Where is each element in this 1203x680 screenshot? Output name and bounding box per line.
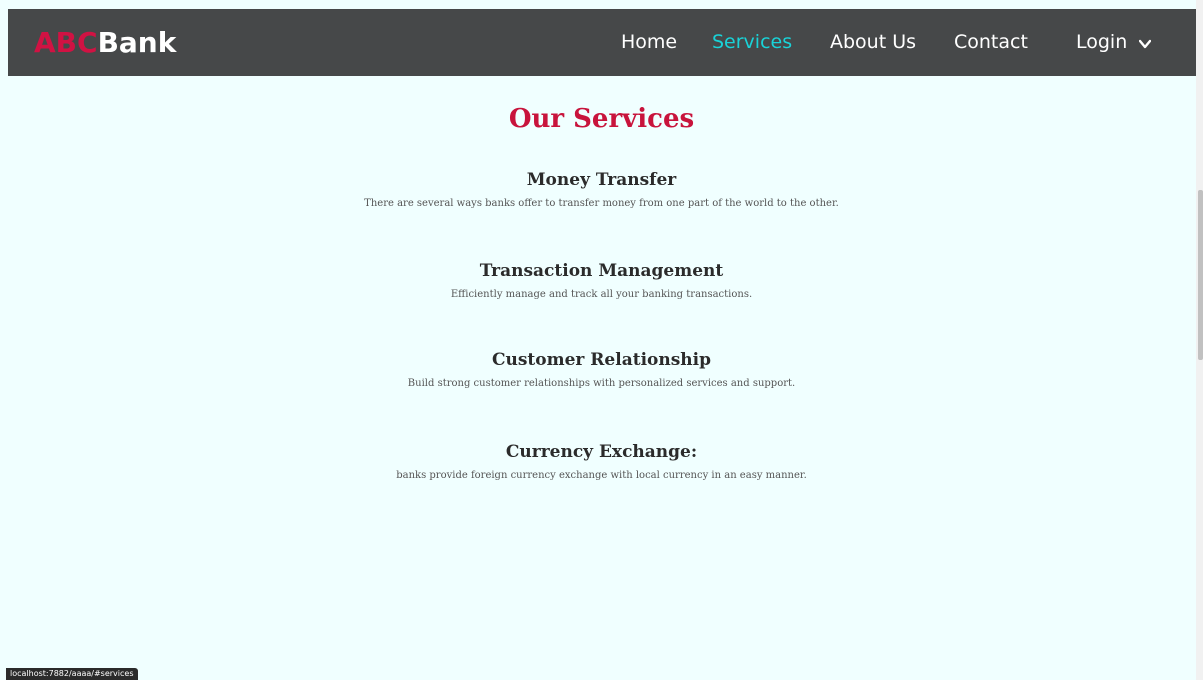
service-description: banks provide foreign currency exchange … [396, 470, 807, 481]
brand-accent: ABC [34, 26, 98, 59]
service-item: Currency Exchange: banks provide foreign… [0, 442, 1203, 481]
service-description: Efficiently manage and track all your ba… [450, 289, 753, 300]
status-bar-url: localhost:7882/aaaa/#services [6, 668, 138, 680]
nav-login-dropdown[interactable]: Login [1076, 31, 1152, 54]
page-title: Our Services [508, 104, 695, 134]
service-item: Customer Relationship Build strong custo… [0, 350, 1203, 389]
nav-contact-link[interactable]: Contact [954, 31, 1028, 53]
chevron-down-icon [1139, 32, 1152, 54]
scrollbar-thumb[interactable] [1198, 190, 1203, 360]
page: ABCBank Home Services About Us Contact L… [0, 0, 1203, 680]
navbar: ABCBank Home Services About Us Contact L… [8, 9, 1196, 76]
brand-logo[interactable]: ABCBank [34, 23, 176, 63]
nav-login-label: Login [1076, 31, 1128, 53]
service-title: Customer Relationship [491, 350, 712, 370]
service-title: Currency Exchange: [505, 442, 698, 462]
service-description: There are several ways banks offer to tr… [364, 198, 839, 209]
service-item: Transaction Management Efficiently manag… [0, 261, 1203, 300]
vertical-scrollbar[interactable] [1196, 0, 1203, 680]
nav-home-link[interactable]: Home [621, 31, 677, 53]
nav-services-link[interactable]: Services [712, 31, 792, 53]
service-item: Money Transfer There are several ways ba… [0, 170, 1203, 209]
nav-about-link[interactable]: About Us [830, 31, 916, 53]
service-description: Build strong customer relationships with… [407, 378, 796, 389]
service-title: Transaction Management [479, 261, 724, 281]
brand-main: Bank [97, 26, 177, 59]
service-title: Money Transfer [526, 170, 677, 190]
